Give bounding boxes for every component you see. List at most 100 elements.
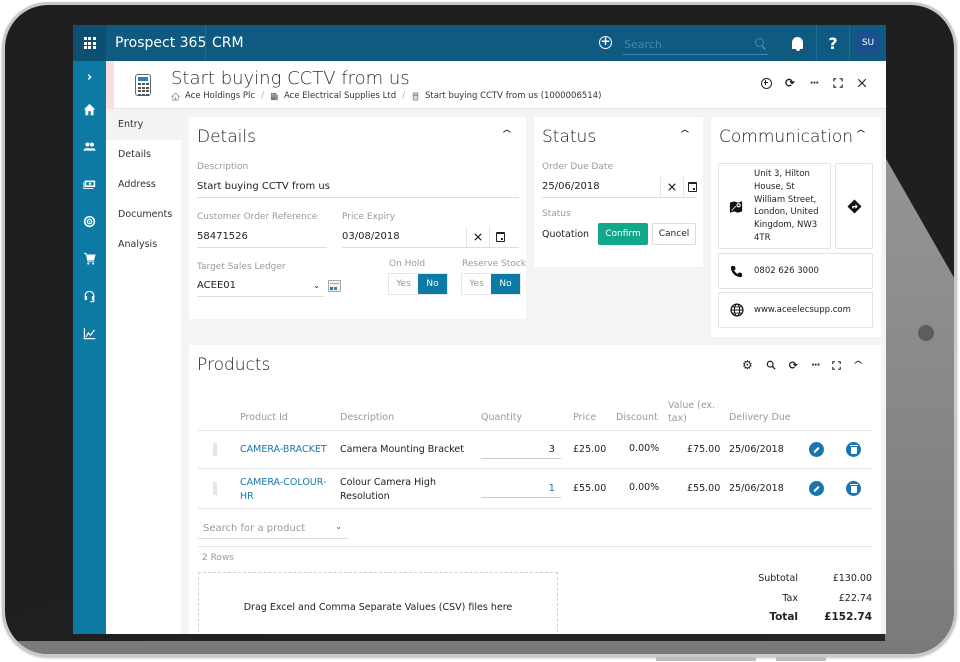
more-button[interactable]: ··· (808, 77, 820, 89)
record-title: Start buying CCTV from us (171, 68, 410, 89)
drag-handle-icon[interactable] (213, 482, 217, 495)
clear-price-expiry-button[interactable] (466, 227, 488, 247)
breadcrumb-item[interactable]: Ace Electrical Supplies Ltd (284, 91, 396, 101)
phone-card[interactable]: 0802 626 3000 (718, 253, 873, 289)
panel-title: Details (197, 127, 256, 147)
order-due-calendar-button[interactable] (683, 177, 701, 197)
description-field[interactable]: Start buying CCTV from us (197, 178, 519, 198)
section-nav-details[interactable]: Details (106, 140, 181, 170)
user-avatar[interactable]: SU (855, 30, 881, 56)
collapse-chevron-icon[interactable]: ^ (855, 129, 869, 140)
communication-panel: Communication ^ Unit 3, Hilton House, St… (711, 117, 881, 337)
expand-rail-button[interactable]: › (73, 65, 106, 89)
search-input[interactable] (623, 35, 748, 53)
more-icon[interactable]: ··· (811, 360, 820, 371)
brand-name[interactable]: Prospect 365 (115, 35, 206, 51)
description-label: Description (197, 162, 249, 172)
price-expiry-calendar-button[interactable] (489, 227, 511, 247)
close-button[interactable] (856, 77, 868, 89)
phone-icon (730, 265, 743, 278)
csv-dropzone[interactable]: Drag Excel and Comma Separate Values (CS… (198, 572, 558, 634)
panel-title: Status (542, 127, 597, 147)
chevron-down-icon: ⌄ (313, 281, 320, 290)
rail-sales[interactable] (73, 172, 106, 196)
price-cell: £25.00 (573, 444, 607, 455)
section-nav-address[interactable]: Address (106, 170, 181, 200)
delivery-due-cell: 25/06/2018 (729, 444, 784, 455)
edit-row-button[interactable] (809, 442, 824, 457)
collapse-chevron-icon[interactable]: ^ (679, 129, 693, 140)
trash-icon (849, 444, 858, 454)
address-card[interactable]: Unit 3, Hilton House, St William Street,… (718, 163, 831, 249)
col-header-delivery-due[interactable]: Delivery Due (729, 412, 791, 423)
on-hold-no[interactable]: No (418, 274, 447, 294)
trash-icon (849, 483, 858, 493)
col-header-product-id[interactable]: Product Id (240, 412, 288, 423)
rail-analytics[interactable] (73, 321, 106, 345)
product-search-select[interactable]: Search for a product ⌄ (198, 519, 348, 539)
ledger-select[interactable]: ACEE01 ⌄ (197, 277, 324, 297)
app-launcher-button[interactable] (73, 25, 106, 61)
col-header-description[interactable]: Description (340, 412, 394, 423)
globe-icon (730, 303, 744, 317)
breadcrumb-item[interactable]: Ace Holdings Plc (185, 91, 255, 101)
section-nav-entry[interactable]: Entry (106, 110, 181, 140)
reserve-stock-yes[interactable]: Yes (462, 274, 491, 294)
help-button[interactable]: ? (817, 25, 850, 61)
price-cell: £55.00 (573, 483, 607, 494)
product-id-link[interactable]: CAMERA-COLOUR- HR (240, 476, 326, 503)
rail-orders[interactable] (73, 246, 106, 270)
people-icon (83, 141, 96, 151)
search-icon[interactable] (766, 360, 776, 370)
rail-support[interactable] (73, 284, 106, 308)
collapse-chevron-icon[interactable]: ^ (853, 360, 865, 371)
ledger-label: Target Sales Ledger (197, 262, 286, 272)
refresh-icon[interactable]: ⟳ (789, 359, 798, 372)
edit-row-button[interactable] (809, 481, 824, 496)
refresh-icon: ⟳ (784, 76, 796, 90)
section-nav-documents[interactable]: Documents (106, 200, 181, 230)
cancel-button[interactable]: Cancel (652, 223, 696, 245)
col-header-discount[interactable]: Discount (616, 412, 658, 423)
rail-marketing[interactable] (73, 209, 106, 233)
products-toolbar: ⚙ ⟳ ··· ^ (742, 358, 865, 372)
expand-icon[interactable] (832, 360, 842, 370)
collapse-chevron-icon[interactable]: ^ (501, 129, 515, 140)
website-link[interactable]: www.aceelecsupp.com (754, 304, 851, 317)
clear-order-due-button[interactable] (660, 177, 682, 197)
breadcrumb-separator: / (402, 91, 405, 101)
breadcrumb-separator: / (261, 91, 264, 101)
reserve-stock-no[interactable]: No (491, 274, 520, 294)
rail-home[interactable] (73, 97, 106, 121)
col-header-price[interactable]: Price (573, 412, 596, 423)
col-header-quantity[interactable]: Quantity (481, 412, 522, 423)
directions-button[interactable] (835, 163, 873, 249)
section-nav-analysis[interactable]: Analysis (106, 230, 181, 260)
confirm-button[interactable]: Confirm (598, 223, 648, 245)
module-name[interactable]: CRM (212, 35, 244, 51)
maximize-button[interactable] (832, 77, 844, 89)
refresh-button[interactable]: ⟳ (784, 76, 796, 90)
chart-icon (83, 327, 96, 339)
calculator-icon (135, 74, 151, 96)
on-hold-yes[interactable]: Yes (389, 274, 418, 294)
calendar-icon (496, 232, 505, 242)
website-card[interactable]: www.aceelecsupp.com (718, 292, 873, 328)
delete-row-button[interactable] (846, 481, 861, 496)
customer-ref-field[interactable]: 58471526 (197, 228, 327, 248)
breadcrumb: Ace Holdings Plc / Ace Electrical Suppli… (171, 91, 601, 101)
quick-add-icon[interactable]: + (599, 35, 612, 49)
ledger-lookup-icon[interactable] (328, 280, 341, 292)
search-icon[interactable] (755, 38, 764, 47)
notifications-button[interactable] (779, 25, 817, 61)
products-panel: Products ⚙ ⟳ ··· ^ Product Id Descriptio… (189, 345, 881, 634)
col-header-value[interactable]: Value (ex. tax) (668, 399, 715, 425)
quantity-input[interactable]: 1 (481, 478, 561, 498)
add-button[interactable] (760, 77, 772, 89)
quantity-input[interactable]: 3 (481, 439, 561, 459)
settings-icon[interactable]: ⚙ (742, 358, 753, 372)
drag-handle-icon[interactable] (213, 443, 217, 456)
rail-contacts[interactable] (73, 134, 106, 158)
product-id-link[interactable]: CAMERA-BRACKET (240, 444, 327, 455)
delete-row-button[interactable] (846, 442, 861, 457)
